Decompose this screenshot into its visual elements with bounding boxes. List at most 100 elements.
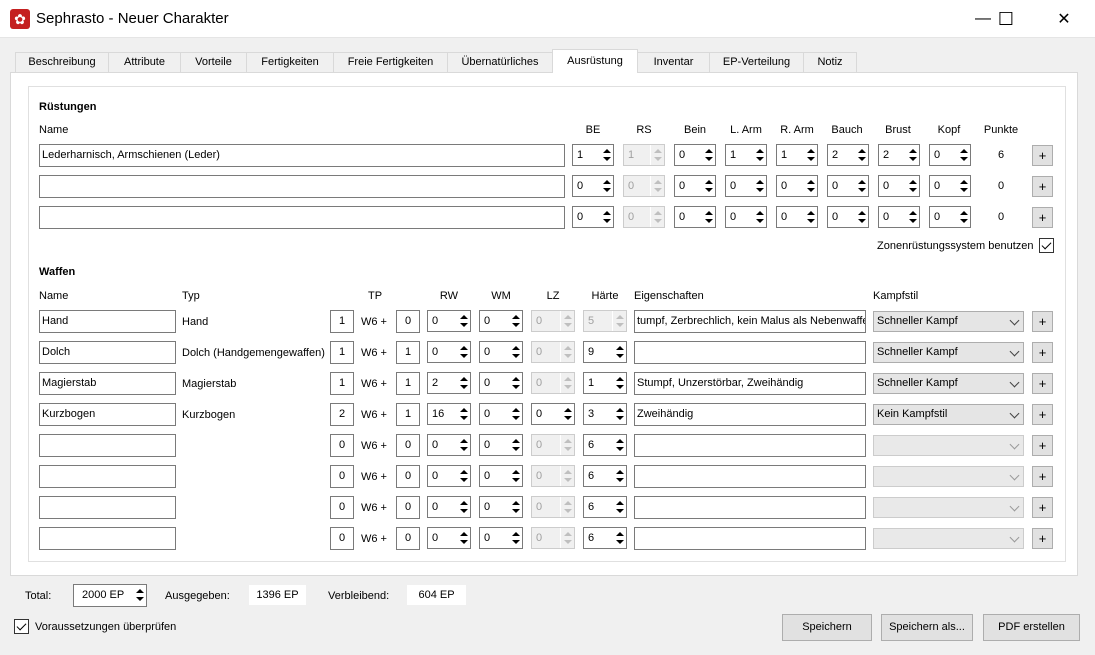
weapon-bonus-input[interactable]: 0	[396, 310, 420, 333]
weapon-wm-spinbox[interactable]: 0	[479, 496, 523, 518]
spin-arrows-icon[interactable]	[508, 435, 522, 455]
spin-arrows-icon[interactable]	[956, 176, 970, 196]
weapon-wm-spinbox[interactable]: 0	[479, 310, 523, 332]
maximize-button[interactable]: ☐	[983, 0, 1029, 38]
spin-arrows-icon[interactable]	[854, 176, 868, 196]
weapon-haerte-spinbox[interactable]: 6	[583, 527, 627, 549]
weapon-dice-input[interactable]: 2	[330, 403, 354, 426]
close-button[interactable]: ✕	[1041, 0, 1087, 38]
spin-arrows-icon[interactable]	[508, 528, 522, 548]
weapon-dice-input[interactable]: 1	[330, 310, 354, 333]
spin-arrows-icon[interactable]	[456, 528, 470, 548]
spin-arrows-icon[interactable]	[803, 176, 817, 196]
spin-arrows-icon[interactable]	[599, 145, 613, 165]
spin-arrows-icon[interactable]	[599, 207, 613, 227]
spin-arrows-icon[interactable]	[456, 435, 470, 455]
armor-rarm-spinbox[interactable]: 1	[776, 144, 818, 166]
spin-arrows-icon[interactable]	[803, 207, 817, 227]
spin-arrows-icon[interactable]	[612, 435, 626, 455]
tab-vorteile[interactable]: Vorteile	[180, 52, 247, 72]
weapon-style-combobox[interactable]: Schneller Kampf	[873, 342, 1024, 363]
weapon-rw-spinbox[interactable]: 0	[427, 310, 471, 332]
spin-arrows-icon[interactable]	[701, 145, 715, 165]
weapon-dice-input[interactable]: 0	[330, 434, 354, 457]
spin-arrows-icon[interactable]	[803, 145, 817, 165]
weapon-rw-spinbox[interactable]: 0	[427, 496, 471, 518]
armor-be-spinbox[interactable]: 1	[572, 144, 614, 166]
armor-kopf-spinbox[interactable]: 0	[929, 206, 971, 228]
weapon-bonus-input[interactable]: 0	[396, 527, 420, 550]
weapon-properties-input[interactable]	[634, 434, 866, 457]
weapon-style-combobox[interactable]: Schneller Kampf	[873, 311, 1024, 332]
spin-arrows-icon[interactable]	[508, 466, 522, 486]
weapon-properties-input[interactable]: Stumpf, Unzerstörbar, Zweihändig	[634, 372, 866, 395]
weapon-rw-spinbox[interactable]: 0	[427, 434, 471, 456]
total-ep-spinbox[interactable]: 2000 EP	[73, 584, 147, 607]
weapon-properties-input[interactable]	[634, 527, 866, 550]
weapon-add-button[interactable]: +	[1032, 435, 1053, 456]
tab-inventar[interactable]: Inventar	[637, 52, 710, 72]
weapon-bonus-input[interactable]: 1	[396, 372, 420, 395]
armor-add-button[interactable]: +	[1032, 207, 1053, 228]
tab-ep-verteilung[interactable]: EP-Verteilung	[709, 52, 804, 72]
spin-arrows-icon[interactable]	[456, 466, 470, 486]
weapon-properties-input[interactable]: Zweihändig	[634, 403, 866, 426]
spin-arrows-icon[interactable]	[612, 528, 626, 548]
weapon-haerte-spinbox[interactable]: 3	[583, 403, 627, 425]
weapon-bonus-input[interactable]: 1	[396, 403, 420, 426]
armor-bein-spinbox[interactable]: 0	[674, 144, 716, 166]
weapon-name-input[interactable]: Kurzbogen	[39, 403, 176, 426]
armor-bauch-spinbox[interactable]: 0	[827, 206, 869, 228]
weapon-haerte-spinbox[interactable]: 6	[583, 434, 627, 456]
spin-arrows-icon[interactable]	[456, 497, 470, 517]
spin-arrows-icon[interactable]	[854, 145, 868, 165]
spin-arrows-icon[interactable]	[701, 176, 715, 196]
pdf-button[interactable]: PDF erstellen	[983, 614, 1080, 641]
spin-arrows-icon[interactable]	[905, 176, 919, 196]
weapon-name-input[interactable]: Dolch	[39, 341, 176, 364]
armor-bauch-spinbox[interactable]: 2	[827, 144, 869, 166]
weapon-rw-spinbox[interactable]: 0	[427, 465, 471, 487]
tab-freie-fertigkeiten[interactable]: Freie Fertigkeiten	[333, 52, 448, 72]
weapon-name-input[interactable]: Magierstab	[39, 372, 176, 395]
weapon-add-button[interactable]: +	[1032, 528, 1053, 549]
armor-brust-spinbox[interactable]: 0	[878, 206, 920, 228]
spin-arrows-icon[interactable]	[456, 404, 470, 424]
weapon-haerte-spinbox[interactable]: 9	[583, 341, 627, 363]
armor-larm-spinbox[interactable]: 0	[725, 206, 767, 228]
weapon-wm-spinbox[interactable]: 0	[479, 527, 523, 549]
tab-notiz[interactable]: Notiz	[803, 52, 857, 72]
zone-system-checkbox[interactable]	[1039, 238, 1054, 253]
weapon-add-button[interactable]: +	[1032, 373, 1053, 394]
weapon-properties-input[interactable]: tumpf, Zerbrechlich, kein Malus als Nebe…	[634, 310, 866, 333]
weapon-name-input[interactable]	[39, 434, 176, 457]
weapon-add-button[interactable]: +	[1032, 311, 1053, 332]
spin-arrows-icon[interactable]	[456, 373, 470, 393]
weapon-properties-input[interactable]	[634, 465, 866, 488]
armor-kopf-spinbox[interactable]: 0	[929, 144, 971, 166]
spin-arrows-icon[interactable]	[508, 404, 522, 424]
spin-arrows-icon[interactable]	[956, 207, 970, 227]
spin-arrows-icon[interactable]	[560, 404, 574, 424]
weapon-bonus-input[interactable]: 1	[396, 341, 420, 364]
armor-name-input[interactable]: Lederharnisch, Armschienen (Leder)	[39, 144, 565, 167]
weapon-wm-spinbox[interactable]: 0	[479, 465, 523, 487]
weapon-name-input[interactable]: Hand	[39, 310, 176, 333]
armor-bein-spinbox[interactable]: 0	[674, 175, 716, 197]
spin-arrows-icon[interactable]	[508, 497, 522, 517]
spin-arrows-icon[interactable]	[854, 207, 868, 227]
spin-arrows-icon[interactable]	[456, 342, 470, 362]
weapon-properties-input[interactable]	[634, 341, 866, 364]
weapon-rw-spinbox[interactable]: 16	[427, 403, 471, 425]
tab-ausruestung[interactable]: Ausrüstung	[552, 49, 638, 73]
weapon-properties-input[interactable]	[634, 496, 866, 519]
save-as-button[interactable]: Speichern als...	[881, 614, 973, 641]
tab-attribute[interactable]: Attribute	[108, 52, 181, 72]
spin-arrows-icon[interactable]	[612, 342, 626, 362]
spin-arrows-icon[interactable]	[612, 404, 626, 424]
spin-arrows-icon[interactable]	[905, 145, 919, 165]
weapon-add-button[interactable]: +	[1032, 342, 1053, 363]
tab-uebernatuerliches[interactable]: Übernatürliches	[447, 52, 553, 72]
armor-larm-spinbox[interactable]: 1	[725, 144, 767, 166]
weapon-lz-spinbox[interactable]: 0	[531, 403, 575, 425]
